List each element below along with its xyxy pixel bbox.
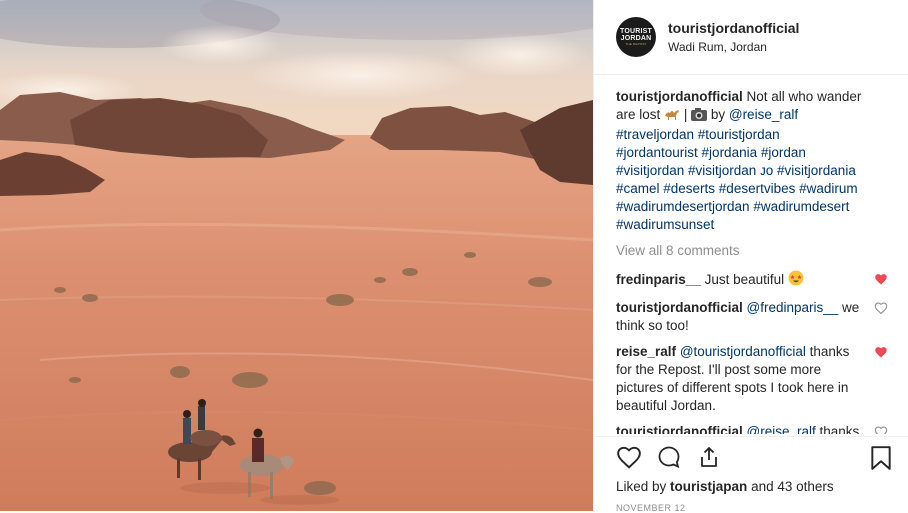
- header-info: touristjordanofficial Wadi Rum, Jordan: [668, 20, 799, 54]
- post-date[interactable]: NOVEMBER 12: [616, 503, 686, 513]
- comment-row: touristjordanofficial @reise_ralf thanks: [616, 423, 890, 434]
- star-struck-emoji: [788, 270, 804, 291]
- comment-like-heart-icon[interactable]: [874, 346, 888, 358]
- camera-emoji: [691, 108, 708, 126]
- post-side-panel: TOURIST JORDAN THE REPOST touristjordano…: [593, 0, 908, 513]
- share-icon[interactable]: [696, 445, 722, 469]
- avatar-text-line2: JORDAN: [620, 35, 652, 42]
- comment-text: thanks: [815, 424, 860, 434]
- heart-icon[interactable]: [616, 445, 642, 469]
- action-bar: [616, 444, 906, 470]
- comment-row: touristjordanofficial @fredinparis__ we …: [616, 299, 890, 335]
- comment-like-heart-icon[interactable]: [874, 273, 888, 285]
- comment-username[interactable]: reise_ralf: [616, 344, 676, 359]
- likes-user[interactable]: touristjapan: [670, 479, 747, 494]
- caption-username[interactable]: touristjordanofficial: [616, 89, 743, 104]
- view-all-comments-link[interactable]: View all 8 comments: [616, 242, 890, 260]
- post-header: TOURIST JORDAN THE REPOST touristjordano…: [594, 0, 908, 75]
- likes-count[interactable]: and 43 others: [747, 479, 834, 494]
- comment-username[interactable]: fredinparis__: [616, 272, 701, 287]
- comment-mention[interactable]: @fredinparis__: [747, 300, 839, 315]
- comment-username[interactable]: touristjordanofficial: [616, 300, 743, 315]
- comment-like-heart-icon[interactable]: [874, 302, 888, 314]
- likes-summary: Liked by touristjapan and 43 others: [616, 479, 834, 494]
- bookmark-icon[interactable]: [870, 445, 892, 471]
- comment-mention[interactable]: @reise_ralf: [747, 424, 816, 434]
- comments-section[interactable]: touristjordanofficial Not all who wander…: [616, 88, 890, 434]
- desert-photo-image: [0, 0, 593, 511]
- caption-mention[interactable]: @reise_ralf: [729, 107, 798, 122]
- divider: [594, 436, 908, 437]
- post-location[interactable]: Wadi Rum, Jordan: [668, 40, 799, 54]
- avatar[interactable]: TOURIST JORDAN THE REPOST: [616, 17, 656, 57]
- likes-prefix: Liked by: [616, 479, 671, 494]
- comment-icon[interactable]: [656, 445, 682, 469]
- comment-row: reise_ralf @touristjordanofficial thanks…: [616, 343, 890, 415]
- caption-by: by: [710, 107, 729, 122]
- avatar-text-line3: THE REPOST: [625, 42, 647, 46]
- caption-separator: |: [683, 107, 692, 122]
- instagram-post: TOURIST JORDAN THE REPOST touristjordano…: [0, 0, 908, 513]
- comment-mention[interactable]: @touristjordanofficial: [680, 344, 806, 359]
- avatar-text-line1: TOURIST: [620, 28, 652, 35]
- comment-row: fredinparis__ Just beautiful: [616, 270, 890, 291]
- caption-hashtags[interactable]: #traveljordan #touristjordan #jordantour…: [616, 127, 858, 232]
- comment-text: Just beautiful: [704, 272, 785, 287]
- camel-emoji: [664, 107, 680, 126]
- caption: touristjordanofficial Not all who wander…: [616, 88, 890, 234]
- comment-like-heart-icon[interactable]: [874, 426, 888, 434]
- post-username[interactable]: touristjordanofficial: [668, 20, 799, 36]
- comment-username[interactable]: touristjordanofficial: [616, 424, 743, 434]
- post-photo[interactable]: [0, 0, 593, 511]
